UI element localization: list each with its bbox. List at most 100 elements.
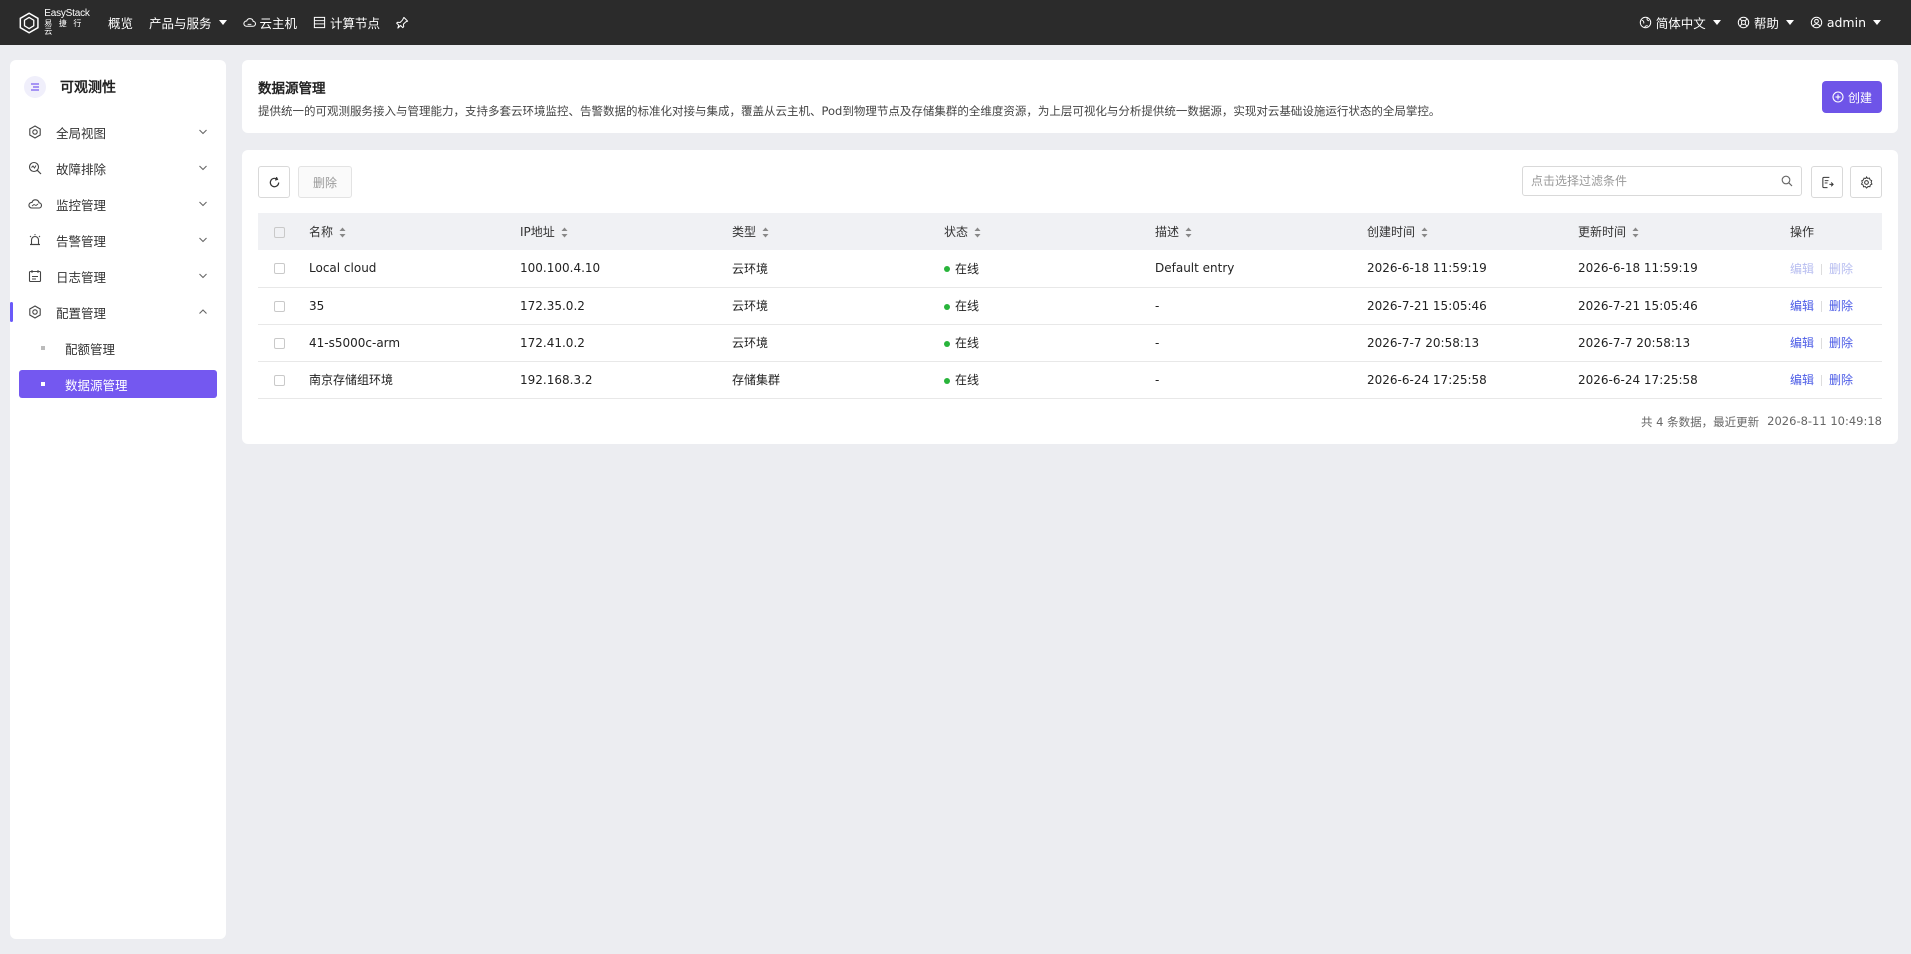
sidebar-item-label: 监控管理 (56, 197, 107, 213)
column-header-type[interactable]: 类型 (732, 213, 944, 250)
help-menu[interactable]: 帮助 (1737, 13, 1794, 32)
online-status-dot (944, 266, 950, 273)
table-settings-button[interactable] (1850, 166, 1882, 198)
filter-search-input[interactable] (1531, 174, 1781, 188)
delete-link[interactable]: 删除 (1829, 262, 1853, 276)
table-row: 35 172.35.0.2 云环境 在线 - 2026-7-21 15:05:4… (258, 287, 1882, 324)
server-icon (313, 16, 326, 29)
cell-updated: 2026-7-21 15:05:46 (1578, 298, 1698, 313)
search-icon[interactable] (1781, 175, 1793, 187)
plus-circle-icon (1832, 91, 1844, 103)
sidebar-item-alerts[interactable]: 告警管理 (10, 222, 226, 258)
sidebar-item-logs[interactable]: 日志管理 (10, 258, 226, 294)
online-status-dot (944, 303, 950, 310)
create-button-label: 创建 (1847, 90, 1872, 105)
cell-created: 2026-6-24 17:25:58 (1367, 372, 1487, 387)
row-checkbox[interactable] (274, 263, 285, 275)
select-all-checkbox[interactable] (274, 226, 285, 238)
nav-products-label: 产品与服务 (149, 16, 212, 31)
brand-logo[interactable]: EasyStack 易 捷 行 云 (18, 9, 94, 36)
nav-overview-label: 概览 (108, 16, 134, 31)
nav-products-services[interactable]: 产品与服务 (149, 13, 227, 32)
sidebar-item-label: 告警管理 (56, 233, 107, 249)
table-row: Local cloud 100.100.4.10 云环境 在线 Default … (258, 250, 1882, 287)
nav-compute-nodes[interactable]: 计算节点 (313, 13, 380, 32)
alarm-light-icon (28, 233, 42, 247)
online-status-dot (944, 340, 950, 347)
caret-down-icon (218, 20, 227, 25)
sort-icon (762, 227, 769, 238)
edit-link[interactable]: 编辑 (1790, 262, 1814, 276)
sort-icon (339, 227, 346, 238)
cell-ip: 192.168.3.2 (520, 372, 593, 387)
cell-actions: 编辑 删除 (1790, 324, 1882, 361)
sidebar-item-config[interactable]: 配置管理 (10, 294, 226, 330)
datasource-table: 名称 IP地址 类型 状态 描述 创建时间 更新时间 操作 Local clou… (258, 213, 1882, 399)
filter-search[interactable] (1522, 166, 1802, 196)
column-header-actions: 操作 (1790, 213, 1882, 250)
edit-link[interactable]: 编辑 (1790, 336, 1814, 350)
refresh-button[interactable] (258, 166, 290, 198)
edit-link[interactable]: 编辑 (1790, 373, 1814, 387)
status-label: 在线 (955, 299, 980, 313)
cell-description: Default entry (1155, 261, 1235, 276)
cell-status: 在线 (944, 250, 1155, 287)
status-label: 在线 (955, 261, 980, 276)
sidebar-item-monitoring[interactable]: 监控管理 (10, 186, 226, 222)
user-name: admin (1826, 15, 1866, 30)
column-header-created[interactable]: 创建时间 (1367, 213, 1578, 250)
cell-description: - (1155, 335, 1160, 350)
page-description: 提供统一的可观测服务接入与管理能力，支持多套云环境监控、告警数据的标准化对接与集… (258, 104, 1441, 118)
last-updated-time: 2026-8-11 10:49:18 (1767, 414, 1882, 428)
column-header-description[interactable]: 描述 (1155, 213, 1367, 250)
create-button[interactable]: 创建 (1821, 81, 1882, 113)
bulk-delete-button[interactable]: 删除 (298, 166, 353, 198)
record-summary: 共 4 条数据，最近更新 (1641, 415, 1760, 429)
language-selector[interactable]: 简体中文 (1639, 13, 1721, 32)
nav-overview[interactable]: 概览 (108, 13, 133, 32)
cell-ip: 100.100.4.10 (520, 261, 601, 276)
sidebar-item-label: 日志管理 (56, 269, 107, 285)
cell-description: - (1155, 372, 1160, 387)
export-button[interactable] (1811, 166, 1843, 198)
delete-link[interactable]: 删除 (1829, 299, 1853, 313)
row-checkbox[interactable] (274, 300, 285, 312)
language-label: 简体中文 (1655, 16, 1706, 31)
datasource-table-card: 删除 名称 IP地址 类型 状态 描述 创建时间 更新时间 操作 (242, 150, 1898, 444)
pin-button[interactable] (396, 16, 409, 29)
brand-subtitle: 易 捷 行 云 (44, 19, 84, 36)
cell-status: 在线 (944, 324, 1155, 361)
column-label: 创建时间 (1367, 225, 1416, 239)
cell-ip: 172.35.0.2 (520, 298, 585, 313)
bullet-icon (41, 382, 45, 386)
row-checkbox[interactable] (274, 374, 285, 386)
sidebar-item-troubleshooting[interactable]: 故障排除 (10, 150, 226, 186)
page-header: 数据源管理 提供统一的可观测服务接入与管理能力，支持多套云环境监控、告警数据的标… (242, 60, 1898, 133)
sidebar-subitem-datasource[interactable]: 数据源管理 (19, 370, 217, 398)
nav-cloud-host[interactable]: 云主机 (242, 13, 297, 32)
column-header-ip[interactable]: IP地址 (520, 213, 732, 250)
sidebar-subitem-quota[interactable]: 配额管理 (19, 330, 217, 366)
chevron-down-icon (199, 273, 207, 279)
status-label: 在线 (955, 373, 980, 387)
cell-created: 2026-7-7 20:58:13 (1367, 335, 1480, 350)
user-menu[interactable]: admin (1810, 15, 1881, 30)
row-checkbox[interactable] (274, 337, 285, 349)
column-header-name[interactable]: 名称 (309, 213, 520, 250)
chevron-down-icon (199, 129, 207, 135)
cell-type: 云环境 (732, 336, 769, 350)
sort-icon (1421, 227, 1428, 238)
sidebar-header: 可观测性 (10, 60, 226, 114)
sidebar-item-global-view[interactable]: 全局视图 (10, 114, 226, 150)
column-header-updated[interactable]: 更新时间 (1578, 213, 1790, 250)
delete-link[interactable]: 删除 (1829, 373, 1853, 387)
sidebar-subitem-label: 数据源管理 (65, 377, 128, 393)
chevron-down-icon (199, 165, 207, 171)
cell-updated: 2026-6-24 17:25:58 (1578, 372, 1698, 387)
column-label: IP地址 (520, 225, 555, 239)
column-header-status[interactable]: 状态 (944, 213, 1155, 250)
edit-link[interactable]: 编辑 (1790, 299, 1814, 313)
column-label: 状态 (944, 225, 969, 239)
delete-link[interactable]: 删除 (1829, 336, 1853, 350)
cell-status: 在线 (944, 287, 1155, 324)
